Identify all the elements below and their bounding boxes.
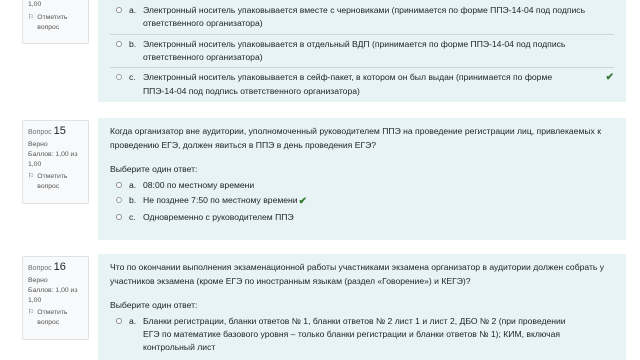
question-status: Верно bbox=[28, 140, 48, 148]
answer-letter: c. bbox=[129, 72, 136, 83]
answer-letter: a. bbox=[129, 179, 137, 190]
question-text: Что по окончании выполнения экзаменацион… bbox=[110, 262, 605, 286]
radio-button-selected[interactable] bbox=[116, 196, 122, 203]
radio-button[interactable] bbox=[116, 214, 122, 221]
question-content-14: a. Электронный носитель упаковывается вм… bbox=[98, 0, 626, 102]
flag-icon: ⚐ bbox=[28, 13, 35, 21]
flag-icon: ⚐ bbox=[28, 309, 35, 317]
flag-question-button[interactable]: ⚐ Отметить вопрос bbox=[28, 13, 83, 33]
answer-text: Электронный носитель упаковывается вмест… bbox=[143, 5, 586, 29]
flag-icon: ⚐ bbox=[28, 173, 35, 181]
answer-text: Не позднее 7:50 по местному времени bbox=[143, 194, 298, 205]
answer-text: Бланки регистрации, бланки ответов № 1, … bbox=[143, 315, 566, 353]
flag-label: Отметить вопрос bbox=[37, 309, 68, 327]
question-score: Баллов: 1,00 из 1,00 bbox=[28, 150, 78, 168]
answer-option-c[interactable]: c. Электронный носитель упаковывается в … bbox=[110, 67, 614, 101]
answer-option-b[interactable]: b. Электронный носитель упаковывается в … bbox=[110, 33, 614, 68]
flag-question-button[interactable]: ⚐ Отметить вопрос bbox=[28, 308, 83, 328]
question-score: Баллов: 1,00 из 1,00 bbox=[28, 286, 78, 304]
answer-text: Одновременно с руководителем ППЭ bbox=[143, 212, 294, 223]
answer-option-c[interactable]: c. Одновременно с руководителем ППЭ bbox=[110, 210, 614, 225]
answer-letter: a. bbox=[129, 5, 137, 15]
question-content-16: Что по окончании выполнения экзаменацион… bbox=[98, 254, 626, 360]
answer-text: Электронный носитель упаковывается в отд… bbox=[143, 38, 566, 62]
answer-text: Электронный носитель упаковывается в сей… bbox=[143, 72, 553, 96]
answer-option-a[interactable]: a. Электронный носитель упаковывается вм… bbox=[110, 0, 614, 34]
answer-option-b[interactable]: b. Не позднее 7:50 по местному времени ✔ bbox=[110, 193, 614, 211]
answer-option-a[interactable]: a. Бланки регистрации, бланки ответов № … bbox=[110, 314, 614, 356]
question-text: Когда организатор вне аудитории, уполном… bbox=[110, 126, 601, 150]
flag-label: Отметить вопрос bbox=[37, 173, 68, 191]
radio-button[interactable] bbox=[116, 40, 122, 47]
question-content-15: Когда организатор вне аудитории, уполном… bbox=[98, 118, 626, 240]
answer-letter: c. bbox=[129, 212, 136, 223]
radio-button[interactable] bbox=[116, 317, 122, 324]
question-score: 1,00 bbox=[28, 1, 42, 8]
answer-prompt: Выберите один ответ: bbox=[110, 299, 198, 310]
question-info-15: Вопрос 15 Верно Баллов: 1,00 из 1,00 ⚐ От… bbox=[22, 120, 89, 204]
question-info-14: 1,00 ⚐ Отметить вопрос bbox=[22, 0, 89, 44]
flag-question-button[interactable]: ⚐ Отметить вопрос bbox=[28, 172, 83, 192]
answer-text: 08:00 по местному времени bbox=[143, 179, 255, 190]
radio-button-selected[interactable] bbox=[116, 74, 122, 81]
flag-label: Отметить вопрос bbox=[37, 13, 68, 31]
answer-letter: b. bbox=[129, 194, 137, 205]
answer-prompt: Выберите один ответ: bbox=[110, 163, 198, 174]
answer-option-a[interactable]: a. 08:00 по местному времени bbox=[110, 178, 614, 193]
checkmark-icon: ✔ bbox=[298, 195, 307, 207]
radio-button[interactable] bbox=[116, 181, 122, 188]
radio-button[interactable] bbox=[116, 7, 122, 13]
answer-letter: b. bbox=[129, 38, 137, 49]
question-number: Вопрос 15 bbox=[28, 125, 66, 137]
question-number: Вопрос 16 bbox=[28, 261, 66, 273]
question-status: Верно bbox=[28, 276, 48, 284]
question-info-16: Вопрос 16 Верно Баллов: 1,00 из 1,00 ⚐ От… bbox=[22, 256, 89, 340]
answer-letter: a. bbox=[129, 315, 137, 326]
checkmark-icon: ✔ bbox=[605, 72, 614, 84]
